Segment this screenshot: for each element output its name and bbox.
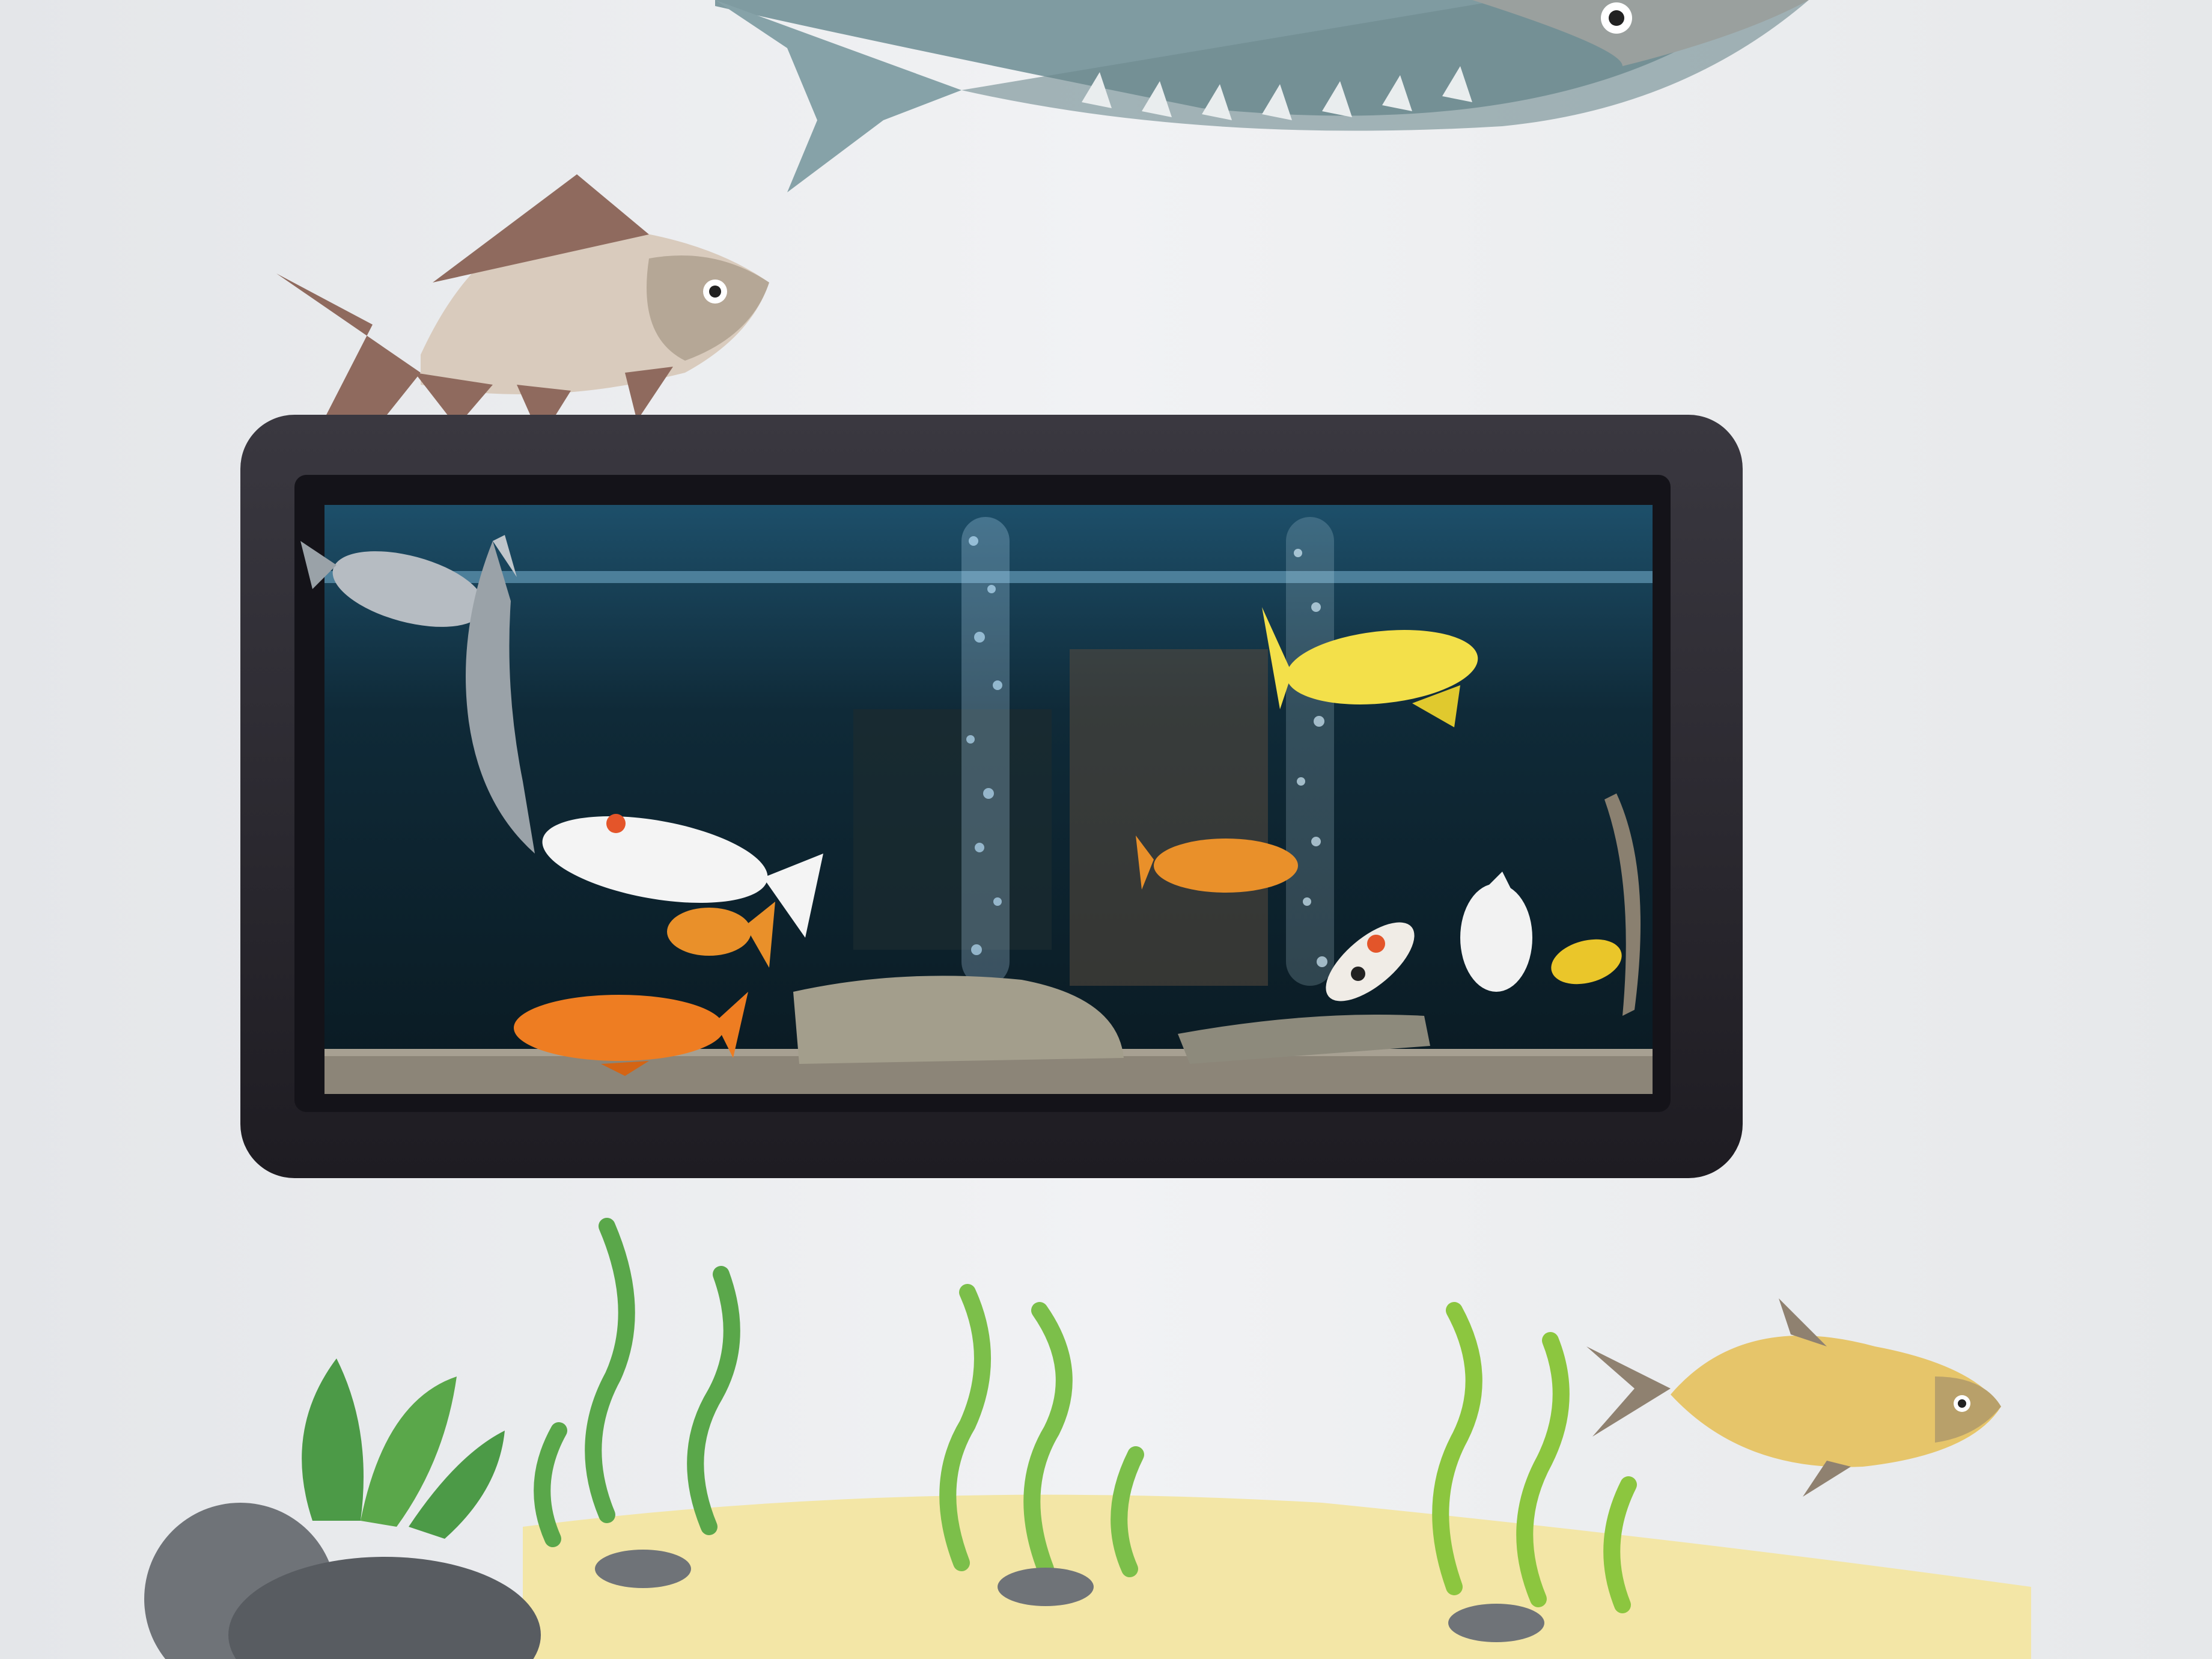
tank-back-door <box>1070 649 1268 986</box>
tank-back-reflection <box>853 709 1052 950</box>
bubble-column-left <box>961 517 1010 986</box>
bubble-column-right <box>1286 517 1334 986</box>
aquarium-wall-scene <box>0 0 2212 1659</box>
